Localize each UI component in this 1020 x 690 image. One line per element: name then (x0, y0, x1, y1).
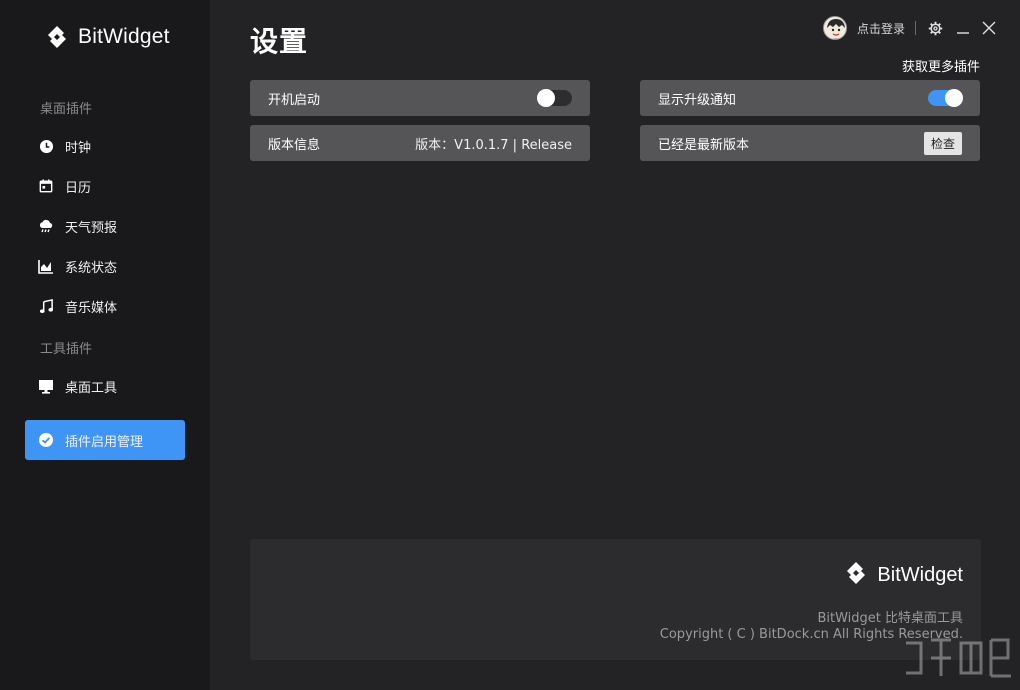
check-update-button[interactable]: 检查 (923, 131, 962, 155)
app-logo: BitWidget (44, 24, 170, 50)
login-link[interactable]: 点击登录 (857, 20, 905, 37)
footer-logo: BitWidget (843, 560, 963, 590)
more-plugins-link[interactable]: 获取更多插件 (902, 56, 980, 75)
version-row: 版本信息 版本：V1.0.1.7 | Release (250, 125, 590, 161)
sidebar-item-label: 插件启用管理 (65, 434, 144, 450)
toggle-knob (945, 89, 963, 107)
sidebar-item-plugin-manage[interactable]: 插件启用管理 (25, 420, 185, 460)
sidebar-item-label: 音乐媒体 (65, 300, 118, 316)
footer-brand: BitWidget (877, 563, 963, 586)
sidebar: BitWidget 桌面插件 时钟 日历 天气预报 系统状态 音乐媒体 工具插件 (0, 0, 210, 690)
section-desktop-plugins: 桌面插件 (40, 102, 93, 117)
upgrade-notify-row: 显示升级通知 (640, 80, 980, 116)
gear-icon[interactable] (926, 19, 944, 37)
sidebar-item-calendar[interactable]: 日历 (25, 166, 185, 206)
sidebar-item-system-status[interactable]: 系统状态 (25, 246, 185, 286)
avatar[interactable] (822, 16, 847, 40)
sidebar-item-desktop-tools[interactable]: 桌面工具 (25, 366, 185, 406)
about-panel: BitWidget BitWidget 比特桌面工具 Copyright ( C… (250, 539, 981, 660)
sidebar-item-label: 时钟 (65, 140, 92, 156)
monitor-icon (38, 378, 54, 394)
topbar-divider (915, 21, 916, 35)
autostart-label: 开机启动 (268, 92, 321, 108)
page-title: 设置 (250, 25, 309, 58)
autostart-toggle[interactable] (537, 89, 572, 107)
sidebar-item-label: 天气预报 (65, 220, 118, 236)
version-label: 版本信息 (268, 137, 321, 153)
close-icon[interactable] (980, 19, 998, 37)
calendar-icon (38, 178, 54, 194)
check-circle-icon (38, 432, 54, 448)
autostart-row: 开机启动 (250, 80, 590, 116)
sidebar-item-clock[interactable]: 时钟 (25, 126, 185, 166)
footer-tagline: BitWidget 比特桌面工具 (817, 611, 963, 626)
music-icon (38, 298, 54, 314)
clock-icon (38, 138, 54, 154)
sidebar-item-weather[interactable]: 天气预报 (25, 206, 185, 246)
toggle-knob (537, 89, 555, 107)
upgrade-notify-label: 显示升级通知 (658, 92, 737, 108)
sidebar-item-label: 日历 (65, 180, 92, 196)
minimize-icon[interactable] (954, 19, 972, 37)
latest-version-label: 已经是最新版本 (658, 137, 750, 153)
window-topbar: 点击登录 (822, 14, 998, 42)
bitwidget-logo-icon (843, 560, 869, 590)
app-name: BitWidget (78, 25, 170, 48)
sidebar-item-label: 桌面工具 (65, 380, 118, 396)
section-tool-plugins: 工具插件 (40, 342, 93, 357)
watermark-logo (896, 628, 1016, 688)
upgrade-notify-toggle[interactable] (928, 89, 963, 107)
sidebar-item-label: 系统状态 (65, 260, 118, 276)
version-value: 版本：V1.0.1.7 | Release (415, 137, 572, 153)
chart-icon (38, 258, 54, 274)
sidebar-item-music[interactable]: 音乐媒体 (25, 286, 185, 326)
weather-icon (38, 218, 54, 234)
bitwidget-logo-icon (44, 24, 70, 50)
latest-version-row: 已经是最新版本 检查 (640, 125, 980, 161)
